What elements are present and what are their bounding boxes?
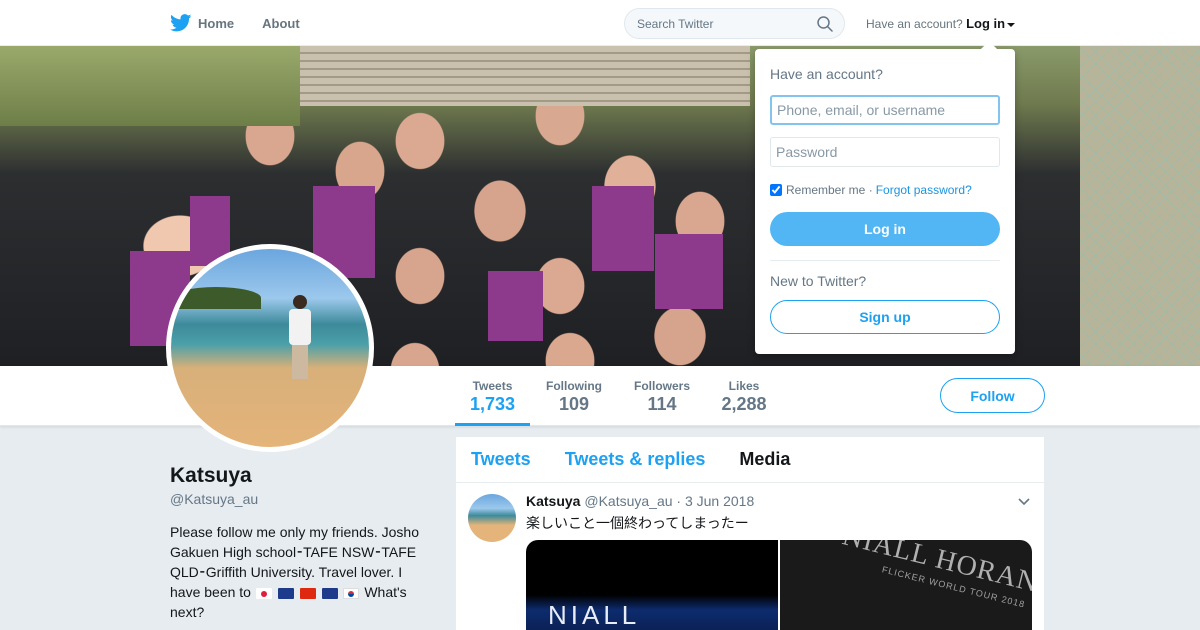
forgot-password-link[interactable]: Forgot password? [876, 183, 972, 197]
login-dropdown-toggle[interactable]: Log in [966, 16, 1016, 31]
signup-button[interactable]: Sign up [770, 300, 1000, 334]
remember-me-checkbox[interactable] [770, 184, 782, 196]
media-photo-1-text: NIALL [548, 600, 641, 630]
australia-flag-icon [277, 587, 294, 599]
nav-about-link[interactable]: About [262, 16, 300, 31]
banner-folder [592, 186, 654, 271]
timeline-tabs: Tweets Tweets & replies Media [456, 437, 1044, 483]
dropdown-divider [770, 260, 1000, 261]
stat-label: Followers [633, 379, 690, 393]
stat-value: 114 [647, 394, 677, 414]
nav-home-label: Home [198, 15, 235, 31]
search-input[interactable] [625, 9, 805, 38]
stat-label: Tweets [472, 379, 513, 393]
chevron-down-icon[interactable] [1018, 498, 1030, 506]
stat-value: 1,733 [469, 394, 516, 414]
profile-name[interactable]: Katsuya [170, 464, 252, 488]
avatar-person [289, 309, 311, 345]
tweet-media-photo-2[interactable]: NIALL HORAN FLICKER WORLD TOUR 2018 [780, 540, 1032, 630]
stat-label: Following [546, 379, 602, 393]
stat-tweets[interactable]: Tweets 1,733 [455, 366, 530, 426]
tweet-header: Katsuya @Katsuya_au · 3 Jun 2018 [526, 493, 754, 509]
tweet-media-photo-1[interactable]: NIALL [526, 540, 778, 630]
new-zealand-flag-icon [321, 587, 338, 599]
remember-me-row: Remember me · Forgot password? [770, 183, 972, 197]
stat-value: 109 [558, 394, 590, 414]
password-field[interactable] [770, 137, 1000, 167]
japan-flag-icon [255, 587, 272, 599]
banner-fence [1080, 46, 1200, 366]
stat-followers[interactable]: Followers 114 [628, 366, 696, 426]
banner-folder [655, 234, 723, 309]
stat-following[interactable]: Following 109 [540, 366, 608, 426]
banner-stairs [300, 46, 750, 106]
tweet-media[interactable]: NIALL NIALL HORAN FLICKER WORLD TOUR 201… [526, 540, 1032, 630]
avatar-person-head [293, 295, 307, 309]
follow-button[interactable]: Follow [940, 378, 1045, 413]
tweet-date[interactable]: 3 Jun 2018 [685, 493, 754, 509]
tweet-text: 楽しいこと一個終わってしまったー [526, 515, 749, 531]
tweet-separator: · [676, 493, 682, 509]
tweet-avatar[interactable] [468, 494, 516, 542]
nav-home-link[interactable]: Home [170, 14, 234, 32]
twitter-bird-icon [170, 14, 192, 32]
login-button[interactable]: Log in [770, 212, 1000, 246]
timeline: Tweets Tweets & replies Media Katsuya @K… [456, 437, 1044, 630]
china-flag-icon [299, 587, 316, 599]
top-navigation: Home About Have an account? Log in [0, 0, 1200, 46]
banner-grass [0, 46, 300, 126]
media-photo-2-text: NIALL HORAN [839, 540, 1032, 599]
profile-avatar[interactable] [166, 244, 374, 452]
remember-separator: · [868, 183, 873, 197]
tweet[interactable]: Katsuya @Katsuya_au · 3 Jun 2018 楽しいこと一個… [456, 484, 1044, 630]
profile-bio: Please follow me only my friends. Josho … [170, 522, 430, 622]
caret-down-icon [1007, 22, 1016, 27]
dropdown-title: Have an account? [770, 66, 883, 82]
korea-flag-icon [343, 587, 360, 599]
tab-tweets[interactable]: Tweets [471, 449, 531, 470]
tweet-author-name[interactable]: Katsuya [526, 493, 580, 509]
login-dropdown: Have an account? Remember me · Forgot pa… [755, 41, 1015, 354]
tweet-author-handle[interactable]: @Katsuya_au [584, 493, 672, 509]
stat-label: Likes [728, 379, 760, 393]
have-account-area: Have an account? Log in [866, 16, 1016, 31]
search-box [624, 8, 845, 39]
new-to-twitter-text: New to Twitter? [770, 273, 867, 289]
profile-handle: @Katsuya_au [170, 491, 259, 507]
nav-left: Home About [170, 0, 328, 46]
login-link-label: Log in [966, 16, 1006, 31]
tab-tweets-replies[interactable]: Tweets & replies [565, 449, 706, 470]
stat-likes[interactable]: Likes 2,288 [714, 366, 774, 426]
avatar-person-legs [292, 345, 308, 379]
search-icon[interactable] [817, 16, 833, 32]
avatar-trees [171, 287, 261, 309]
stat-value: 2,288 [721, 394, 767, 414]
banner-folder [488, 271, 543, 341]
remember-me-label[interactable]: Remember me [786, 183, 865, 197]
have-account-text: Have an account? [866, 17, 963, 31]
username-field[interactable] [770, 95, 1000, 125]
tab-media[interactable]: Media [739, 449, 790, 470]
